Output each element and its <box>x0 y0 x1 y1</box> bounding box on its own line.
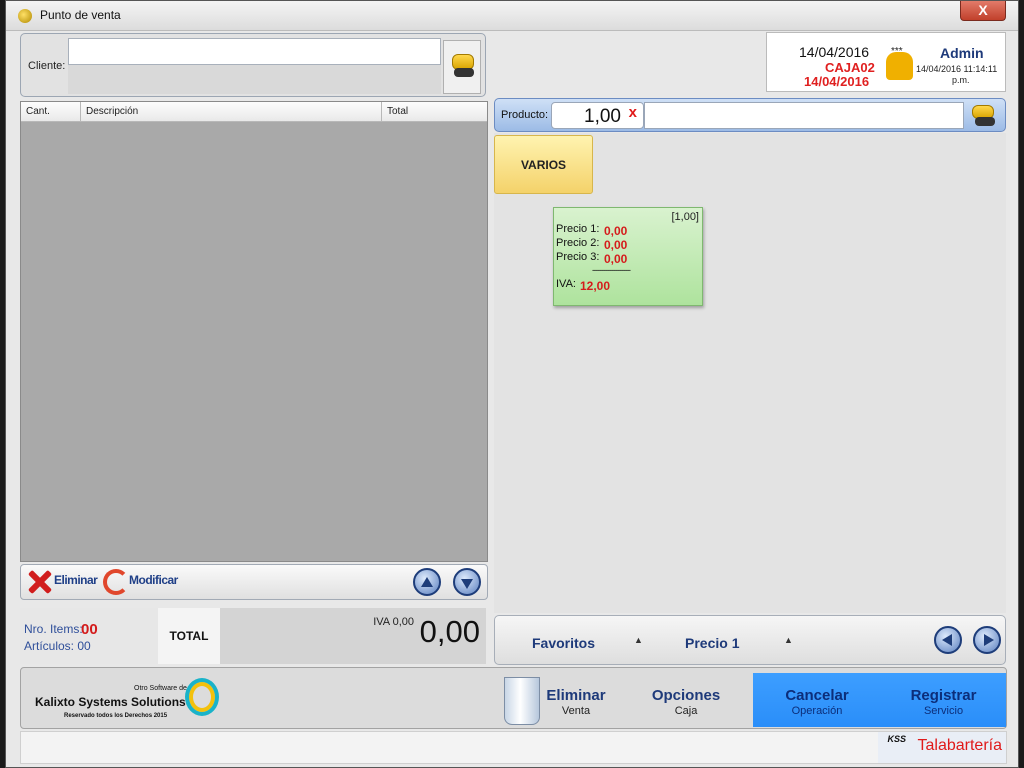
totals-panel: Nro. Items: 00 Artículos: 00 TOTAL IVA 0… <box>20 608 486 664</box>
kss-logo-icon <box>185 678 219 716</box>
sale-items-table[interactable]: Cant. Descripción Total <box>20 101 488 562</box>
total-label-box: TOTAL <box>158 608 220 664</box>
cancel-operation-label: Cancelar <box>785 687 849 704</box>
precio2-label: Precio 2: <box>556 237 600 249</box>
register-service-label: Registrar <box>910 687 977 704</box>
client-label: Cliente: <box>28 60 66 72</box>
client-search-button[interactable] <box>443 40 481 94</box>
app-icon <box>18 9 32 23</box>
precio1-label: Precio 1: <box>556 223 600 235</box>
price-card-separator: ------------------- <box>592 265 631 275</box>
delete-sale-button[interactable]: Eliminar Venta <box>494 673 618 727</box>
product-bar: Producto: 1,00 x <box>494 98 1006 132</box>
favorites-button[interactable]: Favoritos <box>532 635 595 651</box>
favorites-bar: Favoritos ▲ Precio 1 ▲ <box>494 615 1006 665</box>
register-options-button[interactable]: Opciones Caja <box>621 673 751 727</box>
scroll-up-button[interactable] <box>413 568 441 596</box>
cancel-operation-button[interactable]: Cancelar Operación <box>753 673 881 727</box>
user-stars: *** <box>891 46 903 57</box>
register-options-sublabel: Caja <box>674 705 698 717</box>
product-label: Producto: <box>501 109 549 121</box>
product-input[interactable] <box>644 102 964 129</box>
close-button[interactable]: X <box>960 1 1006 21</box>
items-count-label: Nro. Items: <box>24 622 83 636</box>
status-bar: KSS Talabartería <box>20 731 1007 764</box>
quantity-field[interactable]: 1,00 x <box>551 102 644 129</box>
product-search-button[interactable] <box>966 101 1002 131</box>
precio2-value: 0,00 <box>604 238 628 252</box>
user-name: Admin <box>940 45 984 61</box>
iva-value: 12,00 <box>580 279 611 293</box>
quantity-x: x <box>628 104 637 121</box>
client-info-area <box>68 65 441 94</box>
price-card-qty: [1,00] <box>671 211 699 223</box>
client-panel: Cliente: <box>20 33 486 97</box>
register-name: CAJA02 <box>825 60 875 75</box>
brand-name: Kalixto Systems Solutions <box>35 695 186 709</box>
binoculars-icon <box>975 117 995 126</box>
binoculars-icon <box>454 68 474 77</box>
login-ampm: p.m. <box>952 75 970 85</box>
modify-item-button[interactable]: Modificar <box>129 573 178 587</box>
delete-sale-sublabel: Venta <box>561 705 591 717</box>
column-descripcion[interactable]: Descripción <box>86 106 138 117</box>
kss-mark: KSS <box>887 734 906 744</box>
delete-item-button[interactable]: Eliminar <box>54 573 98 587</box>
next-page-button[interactable] <box>973 626 1001 654</box>
current-date: 14/04/2016 <box>799 44 870 60</box>
items-count-value: 00 <box>81 621 98 638</box>
register-date: 14/04/2016 <box>804 74 870 89</box>
arrow-left-icon <box>942 634 952 646</box>
delete-x-icon[interactable] <box>25 568 53 596</box>
product-grid-area: VARIOS [1,00] Precio 1: 0,00 Precio 2: 0… <box>494 133 1006 613</box>
favorites-caret-icon[interactable]: ▲ <box>634 635 643 645</box>
register-service-button[interactable]: Registrar Servicio <box>881 673 1006 727</box>
column-separator <box>80 102 81 122</box>
arrow-up-icon <box>421 577 433 587</box>
iva-label: IVA: <box>556 278 576 290</box>
client-input[interactable] <box>68 38 441 65</box>
price-level-button[interactable]: Precio 1 <box>685 635 739 651</box>
user-info-box: 14/04/2016 CAJA02 14/04/2016 *** Admin 1… <box>766 32 1006 92</box>
previous-page-button[interactable] <box>934 626 962 654</box>
login-datetime: 14/04/2016 11:14:11 <box>916 64 998 74</box>
iva-total: IVA 0,00 <box>373 616 414 628</box>
total-amount-box: IVA 0,00 0,00 <box>220 608 486 664</box>
window-title: Punto de venta <box>40 8 121 22</box>
delete-sale-label: Eliminar <box>546 687 606 704</box>
articles-count: Artículos: 00 <box>24 639 91 653</box>
column-separator <box>381 102 382 122</box>
precio3-label: Precio 3: <box>556 251 600 263</box>
brand-tagline: Otro Software de <box>134 685 187 692</box>
arrow-right-icon <box>984 634 994 646</box>
scroll-down-button[interactable] <box>453 568 481 596</box>
price-card[interactable]: [1,00] Precio 1: 0,00 Precio 2: 0,00 Pre… <box>553 207 703 306</box>
pos-window: Punto de venta X Cliente: Cant. Descripc… <box>5 0 1019 768</box>
arrow-down-icon <box>461 579 473 589</box>
total-label: TOTAL <box>169 629 209 643</box>
business-name: Talabartería <box>917 737 1003 754</box>
column-total[interactable]: Total <box>387 106 408 117</box>
brand-logo-area: Otro Software de Kalixto Systems Solutio… <box>29 672 229 726</box>
price-level-caret-icon[interactable]: ▲ <box>784 635 793 645</box>
list-actions-bar: Eliminar Modificar <box>20 564 488 600</box>
quantity-value: 1,00 <box>584 106 621 127</box>
precio3-value: 0,00 <box>604 252 628 266</box>
refresh-icon[interactable] <box>103 569 129 595</box>
table-header: Cant. Descripción Total <box>21 102 487 122</box>
register-service-sublabel: Servicio <box>923 705 964 717</box>
category-varios-button[interactable]: VARIOS <box>494 135 593 194</box>
precio1-value: 0,00 <box>604 224 628 238</box>
cancel-operation-sublabel: Operación <box>791 705 843 717</box>
brand-rights: Reservado todos los Derechos 2015 <box>64 713 168 719</box>
column-cant[interactable]: Cant. <box>26 106 50 117</box>
title-bar: Punto de venta X <box>6 1 1018 31</box>
total-amount: 0,00 <box>419 614 480 649</box>
footer-bar: Otro Software de Kalixto Systems Solutio… <box>20 667 1007 729</box>
register-options-label: Opciones <box>651 687 721 704</box>
recycle-bin-icon <box>504 677 540 725</box>
